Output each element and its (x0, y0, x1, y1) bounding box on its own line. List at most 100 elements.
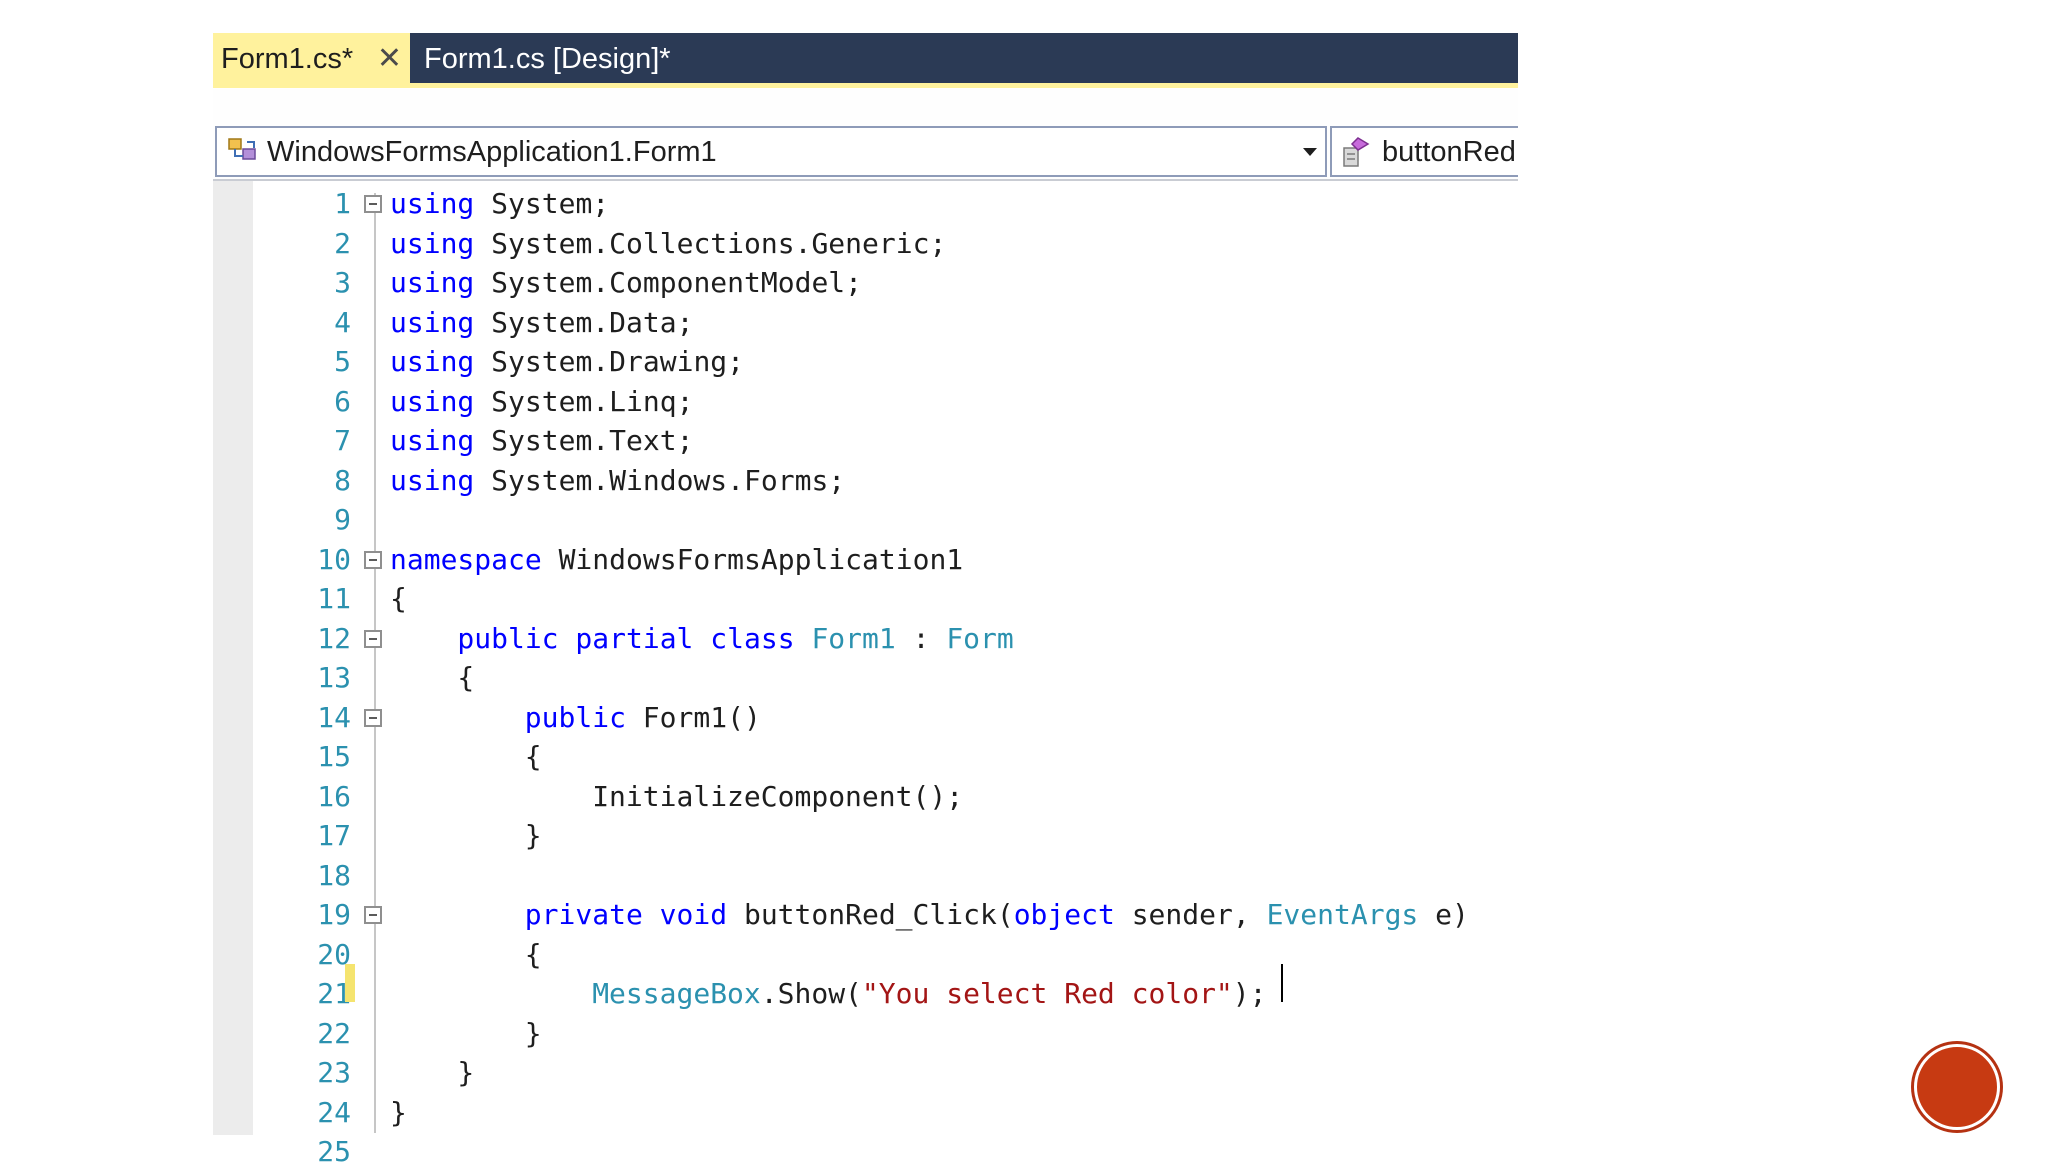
code-line[interactable]: 20 { (213, 935, 1518, 974)
chevron-down-icon[interactable] (1303, 148, 1317, 156)
code-token: buttonRed_Click( (727, 898, 1014, 931)
code-token: : (895, 621, 947, 655)
code-token: System.ComponentModel; (474, 266, 863, 299)
code-line[interactable]: 5 using System.Drawing; (213, 342, 1518, 381)
line-number: 6 (334, 384, 351, 418)
keyword-token: using (390, 226, 475, 260)
keyword-token: namespace (390, 542, 542, 576)
type-token: MessageBox (592, 977, 761, 1010)
code-text: using System.Linq; (390, 382, 693, 421)
code-line[interactable]: 15 { (213, 737, 1518, 776)
tab-form1-cs[interactable]: Form1.cs* ✕ (213, 33, 410, 83)
code-line[interactable]: 12 public partial class Form1 : Form (213, 619, 1518, 658)
code-token: System.Linq; (474, 384, 694, 418)
keyword-token: class (710, 621, 795, 655)
code-line[interactable]: 16 InitializeComponent(); (213, 777, 1518, 816)
line-number: 5 (334, 345, 351, 378)
code-line[interactable]: 13 { (213, 658, 1518, 697)
code-line[interactable]: 18 (213, 856, 1518, 895)
line-number: 2 (334, 226, 351, 260)
code-text: public Form1() (525, 698, 761, 737)
code-text: { (390, 579, 407, 618)
keyword-token: object (1013, 898, 1115, 931)
code-line[interactable]: 21 MessageBox.Show("You select Red color"… (213, 974, 1518, 1013)
line-number: 14 (317, 700, 351, 734)
line-number: 22 (317, 1016, 351, 1050)
code-line[interactable]: 6 using System.Linq; (213, 382, 1518, 421)
collapse-icon[interactable] (364, 195, 382, 213)
keyword-token: using (390, 187, 475, 220)
code-line[interactable]: 23} (213, 1053, 1518, 1092)
code-text: private void buttonRed_Click(object send… (525, 895, 1469, 934)
code-line[interactable]: 2 using System.Collections.Generic; (213, 224, 1518, 263)
keyword-token: public (524, 700, 626, 734)
line-number: 8 (334, 463, 351, 497)
code-line[interactable]: 24} (213, 1093, 1518, 1132)
collapse-icon[interactable] (364, 708, 382, 727)
code-line[interactable]: 11 { (213, 579, 1518, 618)
code-token: .Show( (760, 977, 862, 1010)
class-icon (227, 136, 261, 173)
line-number: 18 (317, 858, 351, 892)
class-selector-dropdown[interactable]: WindowsFormsApplication1.Form1 (215, 126, 1327, 177)
code-text: using System; (390, 184, 609, 223)
active-tab-underline (213, 83, 1518, 88)
tab-form1-design[interactable]: Form1.cs [Design]* (413, 33, 713, 83)
code-line[interactable]: 9 (213, 500, 1518, 539)
code-line[interactable]: 10 namespace WindowsFormsApplication1 (213, 540, 1518, 579)
keyword-token: private (524, 898, 643, 931)
code-line[interactable]: 1 using System; (213, 184, 1518, 223)
line-number: 21 (317, 977, 351, 1010)
member-icon (1340, 134, 1376, 175)
unsaved-change-marker (345, 964, 355, 1002)
code-token: System.Drawing; (474, 345, 745, 378)
line-number: 11 (317, 582, 351, 615)
code-token: InitializeComponent(); (592, 779, 964, 813)
code-line[interactable]: 4 using System.Data; (213, 303, 1518, 342)
code-line[interactable]: 14 public Form1() (213, 698, 1518, 737)
line-number: 4 (334, 305, 351, 339)
code-line[interactable]: 7 using System.Text; (213, 421, 1518, 460)
keyword-token: using (390, 463, 475, 497)
member-selector-value: buttonRed (1382, 136, 1516, 168)
code-area[interactable]: 1 using System; 2 using System.Collections.… (213, 181, 1518, 1168)
type-token: Form (946, 621, 1014, 655)
line-number: 1 (334, 187, 351, 220)
code-text: using System.Collections.Generic; (390, 224, 946, 263)
collapse-icon[interactable] (364, 906, 382, 924)
line-number: 12 (317, 621, 351, 655)
collapse-icon[interactable] (364, 629, 382, 648)
line-number: 9 (334, 503, 351, 536)
code-token: { (524, 740, 542, 773)
line-number: 15 (317, 740, 351, 773)
keyword-token: void (659, 898, 728, 931)
code-text: using System.Text; (390, 421, 693, 460)
member-selector-dropdown[interactable]: buttonRed (1330, 126, 1518, 177)
keyword-token: public (457, 621, 559, 655)
code-line[interactable]: 3 using System.ComponentModel; (213, 263, 1518, 302)
code-line[interactable]: 19 private void buttonRed_Click(object se… (213, 895, 1518, 934)
code-line[interactable]: 17} (213, 816, 1518, 855)
tab-label: Form1.cs [Design]* (424, 43, 671, 75)
code-text: public partial class Form1 : Form (457, 619, 1013, 658)
code-text: } (457, 1053, 474, 1092)
code-line[interactable]: 8 using System.Windows.Forms; (213, 461, 1518, 500)
class-selector-value: WindowsFormsApplication1.Form1 (267, 136, 717, 168)
line-number: 7 (334, 424, 351, 457)
code-token: ); (1232, 977, 1267, 1010)
code-line[interactable]: 22} (213, 1014, 1518, 1053)
keyword-token: using (390, 424, 475, 457)
code-text: } (390, 1093, 407, 1132)
slide-logo-badge (1914, 1044, 2000, 1130)
code-text: namespace WindowsFormsApplication1 (390, 540, 963, 579)
tab-label: Form1.cs* (221, 43, 354, 75)
code-text: InitializeComponent(); (592, 777, 963, 816)
close-icon[interactable]: ✕ (377, 33, 402, 85)
collapse-icon[interactable] (364, 550, 382, 569)
code-editor-window: Form1.cs* ✕ Form1.cs [Design]* WindowsFo… (213, 33, 1518, 1168)
type-token: EventArgs (1266, 898, 1419, 931)
code-token: e) (1418, 898, 1469, 931)
